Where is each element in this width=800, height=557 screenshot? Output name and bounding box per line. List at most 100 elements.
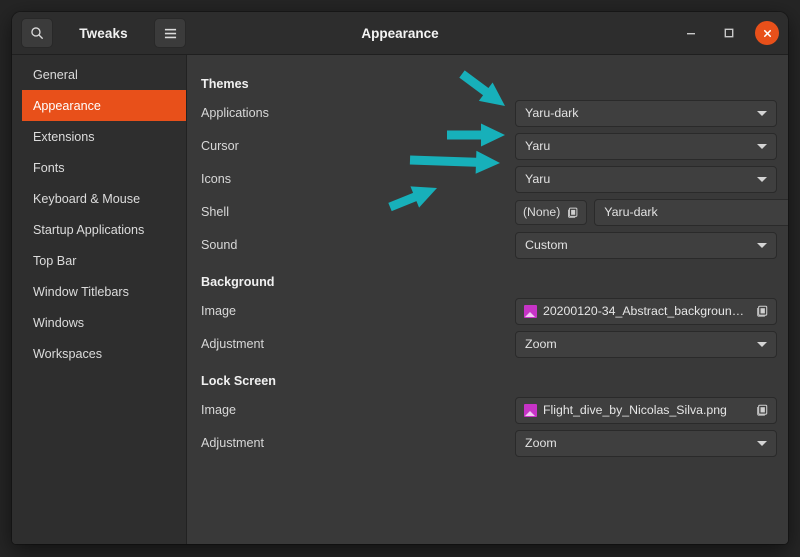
maximize-button[interactable] [717, 21, 741, 45]
window-body: General Appearance Extensions Fonts Keyb… [12, 55, 788, 544]
row-control: (None) Yaru-dark [515, 199, 788, 226]
background-image-file-button[interactable]: 20200120-34_Abstract_background.jpg [515, 298, 777, 325]
row-icons-theme: Icons Yaru [201, 165, 770, 193]
sidebar-item-fonts[interactable]: Fonts [22, 152, 186, 183]
app-name-label: Tweaks [62, 26, 145, 41]
sidebar-item-startup-applications[interactable]: Startup Applications [22, 214, 186, 245]
row-sound-theme: Sound Custom [201, 231, 770, 259]
row-control: Zoom [515, 430, 777, 457]
chevron-down-icon [757, 342, 767, 347]
chevron-down-icon [757, 111, 767, 116]
lock-screen-group-title: Lock Screen [201, 370, 770, 392]
row-label: Applications [201, 106, 515, 120]
appearance-settings-panel: Themes Applications Yaru-dark Cursor [187, 55, 788, 544]
dropdown-value: Zoom [525, 337, 557, 351]
shell-theme-file-button[interactable]: (None) [515, 200, 587, 225]
sidebar-item-label: Top Bar [33, 254, 76, 268]
sidebar-item-workspaces[interactable]: Workspaces [22, 338, 186, 369]
minimize-icon [685, 27, 697, 39]
sidebar-item-window-titlebars[interactable]: Window Titlebars [22, 276, 186, 307]
image-thumbnail-icon [524, 305, 537, 318]
sidebar-item-label: Workspaces [33, 347, 102, 361]
row-control: Zoom [515, 331, 777, 358]
sound-theme-dropdown[interactable]: Custom [515, 232, 777, 259]
dropdown-value: Custom [525, 238, 568, 252]
folder-copy-icon [755, 304, 769, 318]
applications-theme-dropdown[interactable]: Yaru-dark [515, 100, 777, 127]
row-label: Cursor [201, 139, 515, 153]
sidebar-item-windows[interactable]: Windows [22, 307, 186, 338]
row-control: Yaru-dark [515, 100, 777, 127]
image-thumbnail-icon [524, 404, 537, 417]
maximize-icon [723, 27, 735, 39]
folder-copy-icon [566, 206, 579, 219]
shell-theme-file-label: (None) [523, 205, 560, 219]
window-headerbar: Tweaks Appearance [12, 12, 788, 55]
lock-screen-adjustment-dropdown[interactable]: Zoom [515, 430, 777, 457]
desktop-background: Tweaks Appearance [0, 0, 800, 557]
chevron-down-icon [757, 144, 767, 149]
row-lock-screen-adjustment: Adjustment Zoom [201, 429, 770, 457]
tweaks-window: Tweaks Appearance [12, 12, 788, 544]
sidebar-item-label: Windows [33, 316, 84, 330]
headerbar-left-group: Tweaks [21, 18, 186, 48]
sidebar-item-label: Fonts [33, 161, 65, 175]
chevron-down-icon [757, 177, 767, 182]
minimize-button[interactable] [679, 21, 703, 45]
main-menu-button[interactable] [154, 18, 186, 48]
row-background-image: Image 20200120-34_Abstract_background.jp… [201, 297, 770, 325]
row-label: Shell [201, 205, 515, 219]
background-adjustment-dropdown[interactable]: Zoom [515, 331, 777, 358]
shell-theme-dropdown[interactable]: Yaru-dark [594, 199, 788, 226]
row-applications-theme: Applications Yaru-dark [201, 99, 770, 127]
folder-copy-icon [755, 403, 769, 417]
close-icon [762, 28, 773, 39]
search-icon [30, 26, 44, 40]
lock-screen-image-file-button[interactable]: Flight_dive_by_Nicolas_Silva.png [515, 397, 777, 424]
dropdown-value: Yaru [525, 172, 550, 186]
hamburger-menu-icon [163, 27, 178, 40]
search-button[interactable] [21, 18, 53, 48]
sidebar-item-extensions[interactable]: Extensions [22, 121, 186, 152]
row-control: Yaru [515, 133, 777, 160]
sidebar-item-top-bar[interactable]: Top Bar [22, 245, 186, 276]
row-label: Sound [201, 238, 515, 252]
dropdown-value: Zoom [525, 436, 557, 450]
close-button[interactable] [755, 21, 779, 45]
cursor-theme-dropdown[interactable]: Yaru [515, 133, 777, 160]
row-control: 20200120-34_Abstract_background.jpg [515, 298, 777, 325]
sidebar-item-label: Startup Applications [33, 223, 144, 237]
row-control: Flight_dive_by_Nicolas_Silva.png [515, 397, 777, 424]
chevron-down-icon [757, 441, 767, 446]
page-title: Appearance [361, 26, 438, 41]
row-label: Image [201, 304, 515, 318]
row-cursor-theme: Cursor Yaru [201, 132, 770, 160]
sidebar-item-label: Appearance [33, 99, 101, 113]
row-label: Adjustment [201, 337, 515, 351]
dropdown-value: Yaru-dark [604, 205, 657, 219]
row-background-adjustment: Adjustment Zoom [201, 330, 770, 358]
sidebar-item-label: Window Titlebars [33, 285, 129, 299]
row-label: Icons [201, 172, 515, 186]
row-lock-screen-image: Image Flight_dive_by_Nicolas_Silva.png [201, 396, 770, 424]
row-control: Custom [515, 232, 777, 259]
background-image-filename: 20200120-34_Abstract_background.jpg [543, 304, 749, 318]
navigation-sidebar: General Appearance Extensions Fonts Keyb… [12, 55, 187, 544]
sidebar-item-label: General [33, 68, 78, 82]
sidebar-item-general[interactable]: General [22, 59, 186, 90]
dropdown-value: Yaru [525, 139, 550, 153]
themes-group-title: Themes [201, 73, 770, 95]
chevron-down-icon [757, 243, 767, 248]
row-shell-theme: Shell (None) Yaru-dark [201, 198, 770, 226]
sidebar-item-appearance[interactable]: Appearance [22, 90, 186, 121]
dropdown-value: Yaru-dark [525, 106, 578, 120]
sidebar-item-label: Extensions [33, 130, 95, 144]
row-label: Adjustment [201, 436, 515, 450]
lock-screen-image-filename: Flight_dive_by_Nicolas_Silva.png [543, 403, 749, 417]
sidebar-item-label: Keyboard & Mouse [33, 192, 140, 206]
sidebar-item-keyboard-mouse[interactable]: Keyboard & Mouse [22, 183, 186, 214]
icons-theme-dropdown[interactable]: Yaru [515, 166, 777, 193]
row-label: Image [201, 403, 515, 417]
row-control: Yaru [515, 166, 777, 193]
window-controls [679, 21, 779, 45]
